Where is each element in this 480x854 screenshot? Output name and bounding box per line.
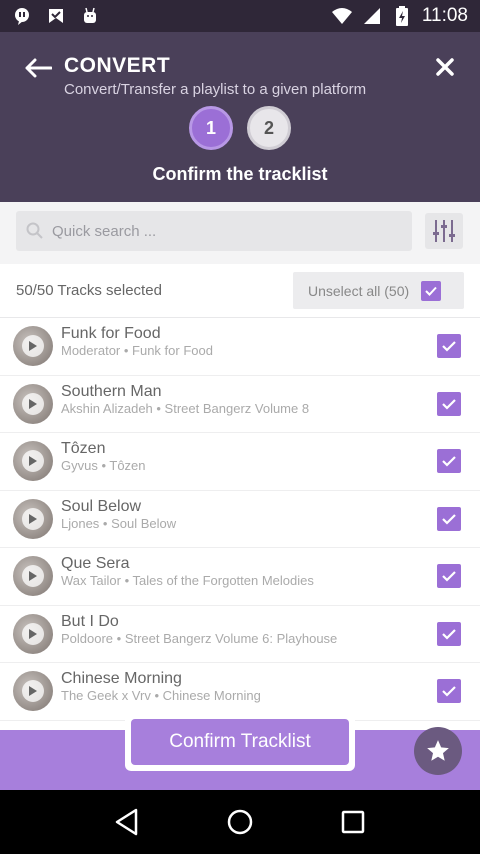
step-label: Confirm the tracklist (152, 164, 328, 184)
sliders-icon (433, 220, 455, 242)
selection-row: 50/50 Tracks selected Unselect all (50) (0, 264, 480, 318)
track-checkbox[interactable] (437, 679, 461, 703)
close-button[interactable] (432, 54, 458, 80)
convert-header: CONVERT Convert/Transfer a playlist to a… (0, 32, 480, 202)
track-title: Tôzen (61, 440, 106, 457)
arrow-left-icon (25, 58, 52, 78)
track-row[interactable]: Southern Man Akshin Alizadeh • Street Ba… (0, 376, 480, 433)
square-recents-icon (342, 810, 365, 834)
filter-button[interactable] (425, 213, 463, 249)
track-title: Que Sera (61, 555, 130, 572)
play-button[interactable] (13, 671, 53, 711)
play-button[interactable] (13, 556, 53, 596)
signal-icon (362, 6, 382, 26)
play-icon (29, 398, 37, 409)
check-icon (442, 341, 456, 352)
status-bar: 11:08 (0, 0, 480, 32)
nav-home-button[interactable] (220, 802, 260, 842)
play-button[interactable] (13, 613, 53, 654)
back-button[interactable] (22, 52, 54, 84)
track-title: Southern Man (61, 382, 162, 400)
track-subtitle: Akshin Alizadeh • Street Bangerz Volume … (61, 400, 310, 416)
nav-back-button[interactable] (107, 802, 147, 842)
check-icon (442, 571, 456, 582)
search-box[interactable] (16, 211, 412, 251)
check-icon (442, 628, 456, 640)
battery-icon (392, 6, 412, 26)
page-title: CONVERT (64, 54, 171, 77)
track-title: Chinese Morning (61, 670, 182, 687)
circle-home-icon (227, 809, 253, 835)
play-icon (29, 341, 37, 351)
check-icon (442, 513, 456, 525)
track-list: Funk for Food Moderator • Funk for Food … (0, 318, 480, 721)
track-checkbox[interactable] (437, 564, 461, 588)
nav-recents-button[interactable] (333, 802, 373, 842)
play-icon (29, 686, 37, 696)
system-nav-bar (0, 790, 480, 854)
play-icon (29, 513, 37, 524)
download-check-icon (46, 6, 66, 26)
track-checkbox[interactable] (437, 506, 461, 531)
track-row[interactable]: Chinese Morning The Geek x Vrv • Chinese… (0, 663, 480, 721)
track-row[interactable]: Soul Below Ljones • Soul Below (0, 491, 480, 548)
step-indicator: 1 2 (189, 106, 291, 150)
android-icon (80, 6, 100, 26)
play-icon (29, 456, 37, 466)
triangle-back-icon (115, 808, 137, 836)
rate-button[interactable] (414, 727, 462, 775)
track-title: Soul Below (61, 497, 142, 515)
check-icon (425, 286, 437, 296)
track-subtitle: Moderator • Funk for Food (61, 343, 213, 358)
play-button[interactable] (13, 441, 53, 481)
track-subtitle: Ljones • Soul Below (61, 515, 177, 531)
play-icon (29, 571, 37, 581)
track-checkbox[interactable] (437, 621, 461, 646)
selected-count: 50/50 Tracks selected (16, 282, 162, 299)
check-icon (442, 686, 456, 697)
page-subtitle: Convert/Transfer a playlist to a given p… (64, 81, 367, 98)
track-row[interactable]: Tôzen Gyvus • Tôzen (0, 433, 480, 491)
check-icon (442, 398, 456, 410)
play-button[interactable] (13, 383, 53, 424)
search-icon (26, 222, 43, 239)
track-title: But I Do (61, 612, 119, 630)
track-checkbox[interactable] (437, 391, 461, 416)
wifi-icon (331, 6, 352, 26)
play-button[interactable] (13, 498, 53, 539)
track-row[interactable]: But I Do Poldoore • Street Bangerz Volum… (0, 606, 480, 663)
step-1[interactable]: 1 (189, 106, 233, 150)
track-row[interactable]: Funk for Food Moderator • Funk for Food (0, 318, 480, 376)
confirm-tracklist-button[interactable]: Confirm Tracklist (131, 719, 349, 765)
chat-notification-icon (12, 6, 32, 26)
track-checkbox[interactable] (437, 449, 461, 473)
unselect-all-checkbox[interactable] (421, 280, 442, 301)
track-title: Funk for Food (61, 325, 161, 342)
play-button[interactable] (13, 326, 53, 366)
unselect-all-label: Unselect all (50) (308, 282, 410, 299)
search-input[interactable] (52, 222, 392, 240)
close-icon (436, 58, 454, 76)
track-subtitle: Gyvus • Tôzen (61, 458, 146, 473)
star-icon (427, 740, 449, 761)
step-2[interactable]: 2 (247, 106, 291, 150)
unselect-all-button[interactable]: Unselect all (50) (293, 272, 464, 309)
search-row (0, 202, 480, 264)
status-time: 11:08 (421, 5, 468, 26)
confirm-button-frame: Confirm Tracklist (125, 713, 355, 771)
track-subtitle: Poldoore • Street Bangerz Volume 6: Play… (61, 630, 338, 646)
check-icon (442, 456, 456, 467)
track-row[interactable]: Que Sera Wax Tailor • Tales of the Forgo… (0, 548, 480, 606)
track-checkbox[interactable] (437, 334, 461, 358)
track-subtitle: The Geek x Vrv • Chinese Morning (61, 688, 261, 703)
track-subtitle: Wax Tailor • Tales of the Forgotten Melo… (61, 573, 314, 588)
play-icon (29, 628, 37, 639)
